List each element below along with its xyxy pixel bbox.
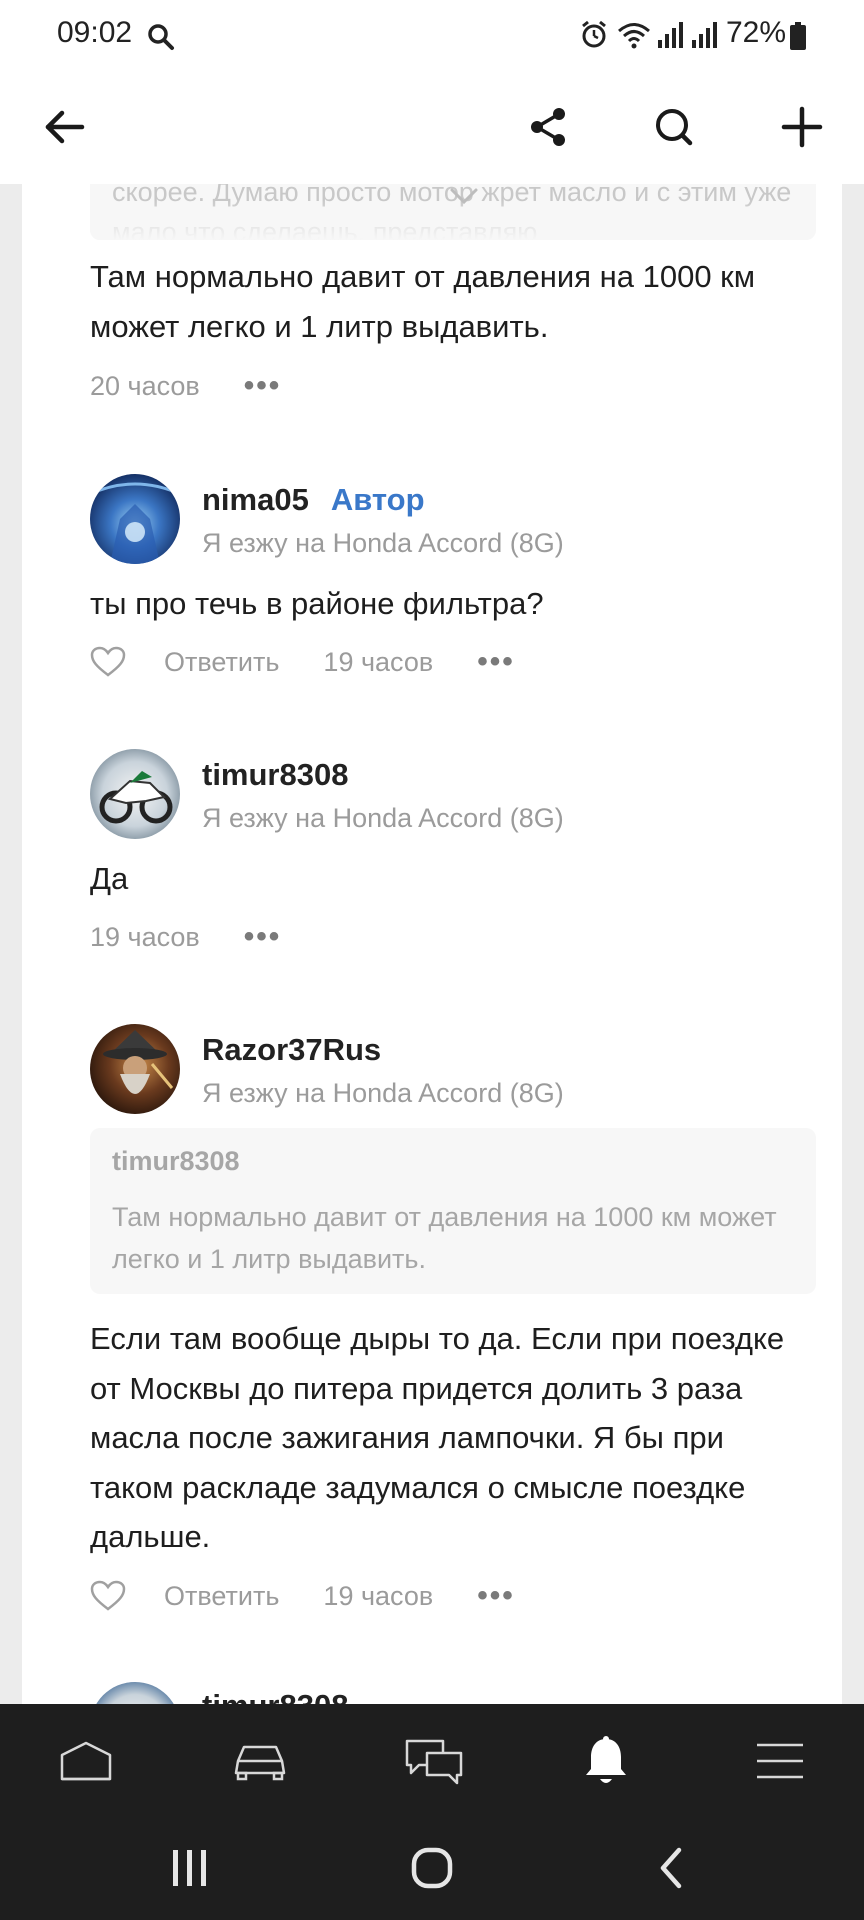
- signal-icon-1: [656, 20, 684, 55]
- comment-text: Да: [90, 861, 129, 896]
- add-icon[interactable]: [770, 95, 834, 159]
- battery-icon: [790, 22, 806, 55]
- avatar[interactable]: [90, 1682, 180, 1704]
- comment-meta: 20 часов •••: [90, 366, 281, 406]
- user-car[interactable]: Я езжу на Honda Accord (8G): [202, 803, 564, 834]
- alarm-icon: [580, 20, 608, 55]
- comment-text: Там нормально давит от давления на 1000 …: [90, 259, 756, 344]
- battery-percent: 72%: [726, 16, 787, 49]
- comment-text: ты про течь в районе фильтра?: [90, 586, 544, 621]
- comment-meta: 19 часов •••: [90, 917, 281, 957]
- avatar[interactable]: [90, 749, 180, 839]
- notifications-bell-icon[interactable]: [574, 1729, 638, 1793]
- home-circle-icon[interactable]: [402, 1838, 462, 1898]
- username-text: nima05: [202, 482, 309, 517]
- status-search-icon: [146, 22, 176, 57]
- system-back-icon[interactable]: [642, 1838, 702, 1898]
- back-arrow-icon[interactable]: [32, 95, 96, 159]
- search-icon[interactable]: [642, 95, 706, 159]
- user-car[interactable]: Я езжу на Honda Accord (8G): [202, 528, 564, 559]
- app-toolbar: [0, 70, 864, 184]
- more-options-icon[interactable]: •••: [477, 647, 515, 677]
- username[interactable]: timur8308: [202, 757, 348, 793]
- system-navigation: [0, 1816, 864, 1920]
- chevron-down-icon[interactable]: [448, 186, 480, 211]
- more-options-icon[interactable]: •••: [244, 371, 282, 401]
- like-heart-icon[interactable]: [90, 646, 126, 678]
- comment-meta: Ответить 19 часов •••: [90, 1576, 515, 1616]
- username[interactable]: nima05 Автор: [202, 482, 425, 518]
- quote-text: Там нормально давит от давления на 1000 …: [112, 1202, 777, 1274]
- signal-icon-2: [690, 20, 718, 55]
- home-icon[interactable]: [54, 1729, 118, 1793]
- comment-time: 19 часов: [323, 1580, 434, 1611]
- avatar[interactable]: [90, 474, 180, 564]
- avatar[interactable]: [90, 1024, 180, 1114]
- share-icon[interactable]: [516, 95, 580, 159]
- garage-car-icon[interactable]: [228, 1729, 292, 1793]
- comment-meta: Ответить 19 часов •••: [90, 642, 515, 682]
- messages-icon[interactable]: [402, 1729, 466, 1793]
- comment-time: 19 часов: [90, 921, 200, 952]
- username[interactable]: timur8308: [202, 1688, 348, 1704]
- more-options-icon[interactable]: •••: [244, 922, 282, 952]
- status-time: 09:02: [57, 16, 133, 49]
- reply-button[interactable]: Ответить: [164, 1581, 279, 1612]
- quote-author: timur8308: [112, 1146, 240, 1176]
- comments-list: скорее. Думаю просто мотор жрет масло и …: [22, 184, 842, 1704]
- author-badge: Автор: [330, 482, 425, 517]
- bottom-navigation: [0, 1704, 864, 1816]
- quote-block[interactable]: timur8308 Там нормально давит от давлени…: [90, 1128, 816, 1294]
- status-bar: 09:02 72%: [0, 0, 864, 70]
- menu-icon[interactable]: [748, 1729, 812, 1793]
- wifi-icon: [616, 20, 652, 55]
- more-options-icon[interactable]: •••: [477, 1581, 515, 1611]
- like-heart-icon[interactable]: [90, 1580, 126, 1612]
- username[interactable]: Razor37Rus: [202, 1032, 381, 1068]
- reply-button[interactable]: Ответить: [164, 647, 279, 678]
- comment-time: 19 часов: [323, 646, 434, 677]
- comment-time: 20 часов: [90, 370, 200, 401]
- user-car[interactable]: Я езжу на Honda Accord (8G): [202, 1078, 564, 1109]
- quote-block-collapsed[interactable]: скорее. Думаю просто мотор жрет масло и …: [90, 184, 816, 240]
- recent-apps-icon[interactable]: [160, 1838, 220, 1898]
- comment-text: Если там вообще дыры то да. Если при пое…: [90, 1321, 785, 1554]
